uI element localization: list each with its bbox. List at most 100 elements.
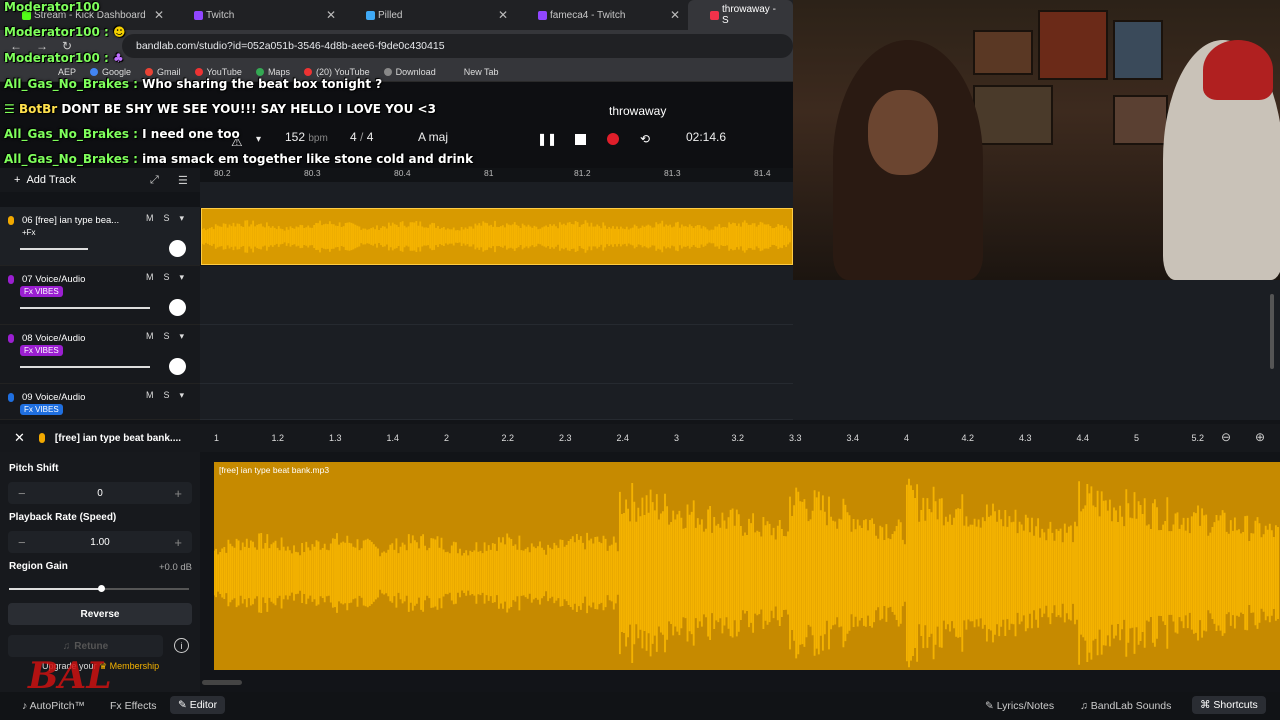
minus-icon[interactable]: −	[18, 535, 26, 550]
mute-button[interactable]: M	[146, 331, 154, 342]
solo-button[interactable]: S	[164, 331, 170, 342]
editor-button[interactable]: ✎ Editor	[170, 696, 226, 714]
shortcuts-button[interactable]: ⌘ Shortcuts	[1192, 696, 1266, 714]
volume-slider[interactable]	[20, 307, 150, 309]
mute-button[interactable]: M	[146, 272, 154, 283]
zoom-out-icon[interactable]: ⊖	[1221, 430, 1231, 444]
magnet-icon[interactable]: ⤢	[150, 174, 159, 187]
empty-lane-area[interactable]	[793, 280, 1280, 420]
bandlab-sounds-button[interactable]: ♫ BandLab Sounds	[1080, 700, 1171, 712]
chevron-down-icon[interactable]: ▾	[180, 272, 185, 283]
bookmark[interactable]: New Tab	[464, 67, 499, 77]
close-icon[interactable]: ✕	[326, 8, 336, 22]
chevron-down-icon[interactable]: ▾	[180, 331, 185, 342]
bookmark[interactable]: Google	[90, 67, 131, 77]
playback-rate-stepper[interactable]: − 1.00 +	[8, 531, 192, 553]
close-icon[interactable]: ✕	[14, 430, 25, 446]
bookmark[interactable]: AEP	[58, 67, 76, 77]
gain-thumb[interactable]	[97, 585, 105, 592]
add-track-button[interactable]: + Add Track ⤢ ☰	[0, 168, 200, 192]
track-name[interactable]: 08 Voice/Audio	[22, 333, 85, 344]
editor-scrollbar[interactable]	[202, 680, 242, 685]
project-title[interactable]: throwaway	[609, 104, 666, 118]
plus-icon[interactable]: +	[174, 535, 182, 550]
fx-badge[interactable]: +Fx	[18, 227, 40, 238]
record-button[interactable]	[606, 132, 620, 146]
pan-knob[interactable]	[169, 299, 186, 316]
bookmark[interactable]: Gmail	[145, 67, 181, 77]
editor-audio-region[interactable]: [free] ian type beat bank.mp3	[214, 462, 1280, 670]
back-icon[interactable]: ←	[10, 39, 22, 53]
zoom-in-icon[interactable]: ⊕	[1255, 430, 1265, 444]
minus-icon[interactable]: −	[18, 486, 26, 501]
track-row[interactable]: 07 Voice/Audio M S ▾ Fx VIBES	[0, 266, 200, 325]
volume-slider[interactable]	[20, 366, 150, 368]
forward-icon[interactable]: →	[36, 39, 48, 53]
track-name[interactable]: 06 [free] ian type bea...	[22, 215, 119, 226]
autopitch-button[interactable]: ♪ AutoPitch™	[22, 700, 85, 712]
fx-badge[interactable]: Fx VIBES	[20, 404, 63, 415]
info-icon[interactable]: i	[174, 638, 189, 653]
bpm-field[interactable]: 152 bpm	[285, 130, 328, 144]
ruler-tick: 80.4	[394, 168, 411, 178]
bookmark[interactable]: Download	[383, 67, 436, 77]
track-name[interactable]: 09 Voice/Audio	[22, 392, 85, 403]
bookmark[interactable]: Maps	[255, 67, 290, 77]
mute-button[interactable]: M	[146, 390, 154, 401]
plus-icon[interactable]: +	[174, 486, 182, 501]
browser-tab[interactable]: Twitch ✕	[172, 0, 344, 30]
pan-knob[interactable]	[169, 358, 186, 375]
track-lane[interactable]	[200, 384, 793, 420]
close-icon[interactable]: ✕	[670, 8, 680, 22]
editor-scroll-area	[200, 670, 1280, 692]
solo-button[interactable]: S	[164, 272, 170, 283]
track-name[interactable]: 07 Voice/Audio	[22, 274, 85, 285]
chevron-down-icon[interactable]: ▾	[180, 390, 185, 401]
reverse-button[interactable]: Reverse	[8, 603, 192, 625]
fx-badge[interactable]: Fx VIBES	[20, 286, 63, 297]
lyrics-notes-button[interactable]: ✎ Lyrics/Notes	[985, 700, 1054, 712]
track-lane[interactable]	[200, 266, 793, 325]
editor-header: ✕ [free] ian type beat bank....	[0, 424, 200, 452]
loop-icon[interactable]: ⟲	[638, 132, 652, 146]
solo-button[interactable]: S	[164, 213, 170, 224]
editor-ruler[interactable]: ⊖ ⊕ 1 1.2 1.3 1.4 2 2.2 2.3 2.4 3 3.2 3.3 3.4 4 4.2 4.…	[200, 424, 1280, 452]
pitch-shift-value[interactable]: 0	[97, 488, 103, 499]
bookmark[interactable]: YouTube	[194, 67, 242, 77]
chevron-down-icon[interactable]: ▾	[256, 134, 261, 145]
track-lane[interactable]	[200, 325, 793, 384]
solo-button[interactable]: S	[164, 390, 170, 401]
pitch-shift-stepper[interactable]: − 0 +	[8, 482, 192, 504]
key-field[interactable]: A maj	[418, 130, 448, 144]
pan-knob[interactable]	[169, 240, 186, 257]
time-signature[interactable]: 4 / 4	[350, 130, 373, 144]
metronome-icon[interactable]: ⚠	[231, 134, 243, 150]
reload-icon[interactable]: ↻	[62, 39, 72, 53]
audio-region[interactable]	[201, 208, 793, 265]
region-gain-slider[interactable]	[9, 585, 189, 592]
url-input[interactable]: bandlab.com/studio?id=052a051b-3546-4d8b…	[122, 34, 793, 58]
track-row[interactable]: 06 [free] ian type bea... M S ▾ +Fx	[0, 207, 200, 266]
mute-button[interactable]: M	[146, 213, 154, 224]
playback-rate-value[interactable]: 1.00	[90, 537, 109, 548]
close-icon[interactable]: ✕	[498, 8, 508, 22]
timeline-ruler[interactable]: 80.2 80.3 80.4 81 81.2 81.3 81.4	[200, 168, 793, 182]
chevron-down-icon[interactable]: ▾	[180, 213, 185, 224]
close-icon[interactable]: ✕	[154, 8, 164, 22]
bookmark[interactable]: (20) YouTube	[303, 67, 370, 77]
track-row[interactable]: 09 Voice/Audio M S ▾ Fx VIBES	[0, 384, 200, 420]
browser-tab-active[interactable]: throwaway - S	[688, 0, 793, 30]
stop-button[interactable]	[573, 132, 587, 146]
browser-tab[interactable]: fameca4 - Twitch ✕	[516, 0, 688, 30]
settings-icon[interactable]: ☰	[178, 174, 188, 187]
retune-button[interactable]: ♫ Retune	[8, 635, 163, 657]
effects-button[interactable]: Fx Effects	[110, 700, 157, 712]
pause-icon[interactable]: ❚❚	[537, 132, 557, 146]
vertical-scrollbar[interactable]	[1270, 294, 1274, 369]
track-row[interactable]: 08 Voice/Audio M S ▾ Fx VIBES	[0, 325, 200, 384]
fx-badge[interactable]: Fx VIBES	[20, 345, 63, 356]
browser-tab[interactable]: Stream - Kick Dashboard ✕	[0, 0, 172, 30]
browser-tab[interactable]: Pilled ✕	[344, 0, 516, 30]
membership-link[interactable]: Membership	[110, 661, 160, 671]
volume-slider[interactable]	[20, 248, 88, 250]
